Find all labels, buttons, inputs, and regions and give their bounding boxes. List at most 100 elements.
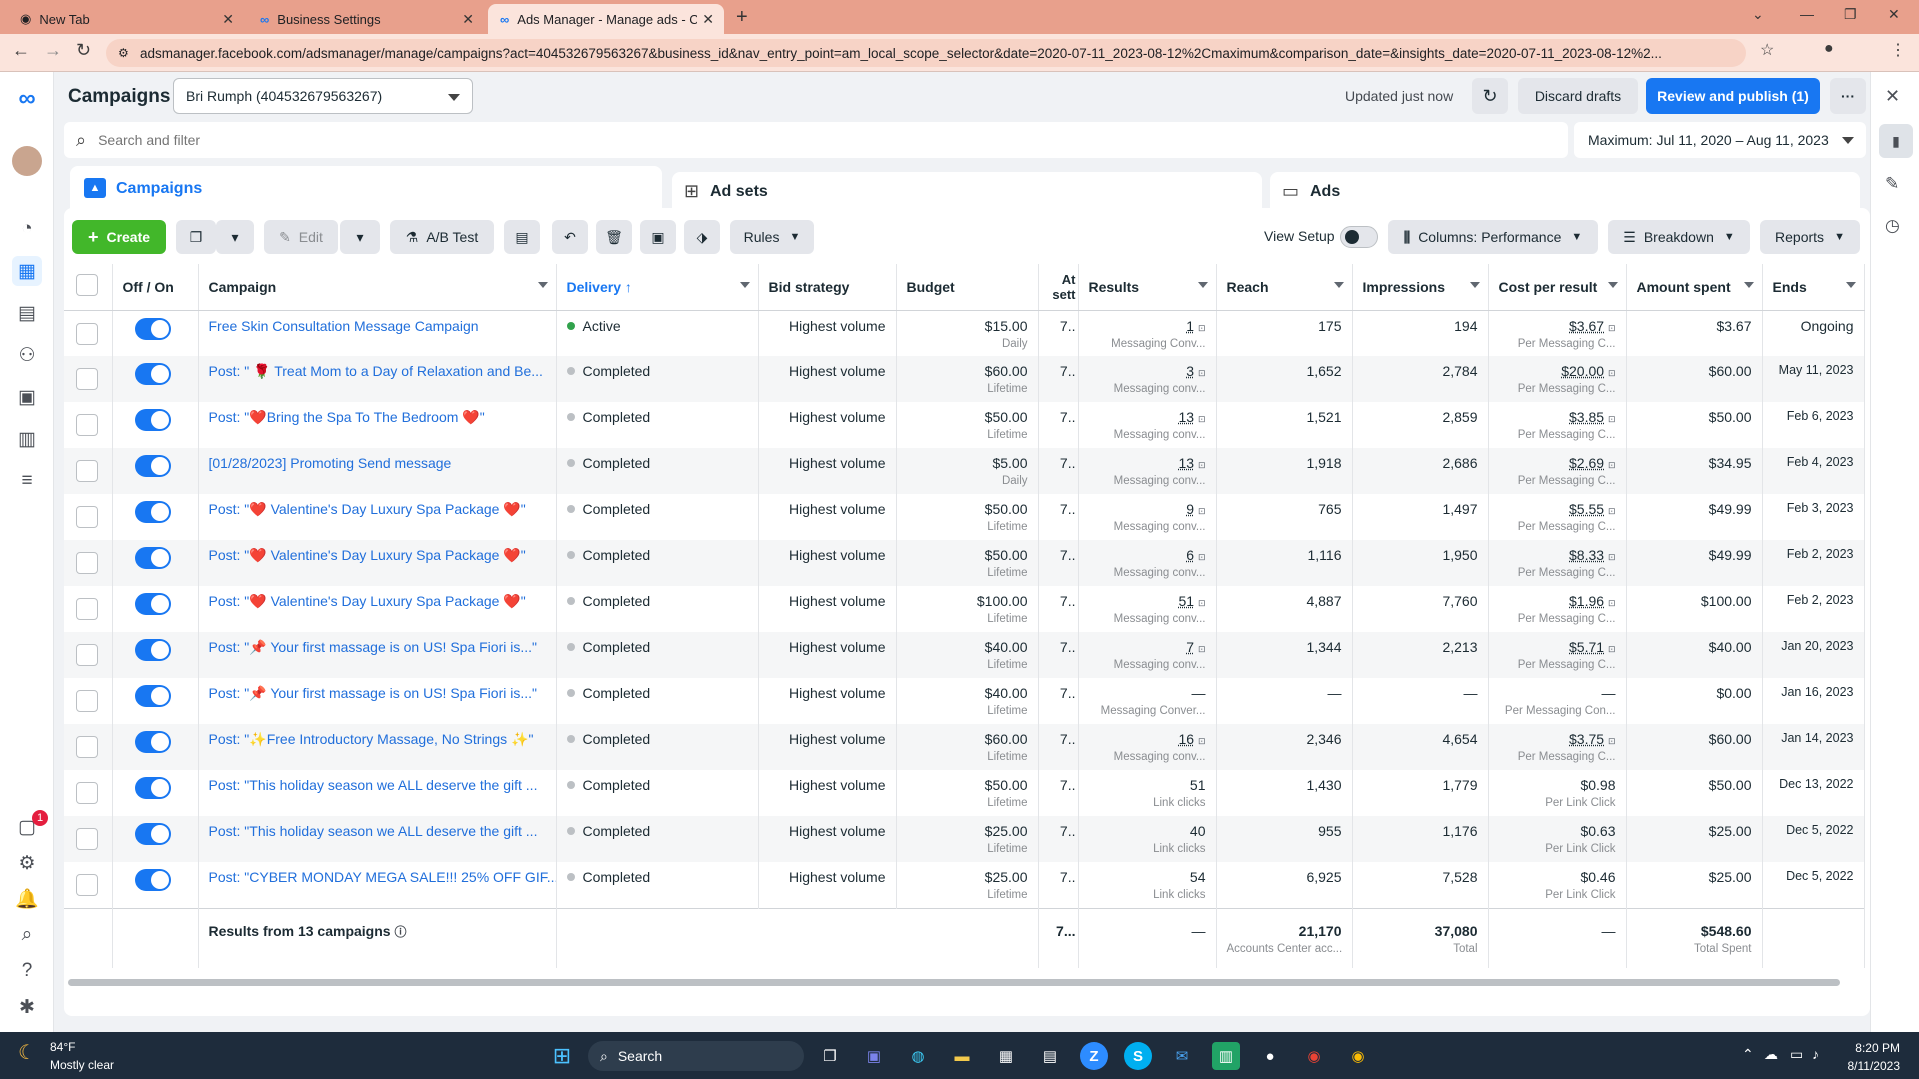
close-tab-icon[interactable]: ✕ [462,11,474,28]
campaign-name-link[interactable]: Post: "CYBER MONDAY MEGA SALE!!! 25% OFF… [209,869,556,885]
back-icon[interactable]: ← [12,40,30,61]
volume-icon[interactable]: ♪ [1812,1046,1819,1062]
campaign-on-off-toggle[interactable] [134,777,171,799]
row-checkbox[interactable] [76,690,98,712]
site-info-icon[interactable]: ⚙ [118,46,129,60]
info-icon[interactable]: ⊡ [1608,368,1616,378]
budget-amount[interactable]: $5.00 [992,455,1027,471]
row-checkbox[interactable] [76,460,98,482]
budget-amount[interactable]: $50.00 [985,409,1028,425]
onedrive-cloud-icon[interactable]: ☁ [1764,1046,1778,1063]
teams-chat-icon[interactable]: ▣ [860,1042,888,1070]
duplicate-dropdown-chevron-icon[interactable]: ▾ [216,220,254,254]
tab-search-icon[interactable]: ⌄ [1752,6,1764,23]
browser-tab-ads-manager[interactable]: ∞ Ads Manager - Manage ads - Ca ✕ [488,4,724,34]
campaign-name-link[interactable]: Post: "❤️Bring the Spa To The Bedroom ❤️… [209,409,485,425]
horizontal-scrollbar[interactable] [68,979,1840,986]
budget-amount[interactable]: $50.00 [985,777,1028,793]
file-explorer-icon[interactable]: ▬ [948,1042,976,1070]
clock-date[interactable]: 8/11/2023 [1840,1059,1901,1073]
campaign-name-link[interactable]: Post: " 🌹 Treat Mom to a Day of Relaxati… [209,363,543,379]
info-icon[interactable]: ⊡ [1608,506,1616,516]
info-icon[interactable]: ⊡ [1608,552,1616,562]
campaign-on-off-toggle[interactable] [134,593,171,615]
table-row[interactable]: Post: "❤️ Valentine's Day Luxury Spa Pac… [64,586,1865,632]
table-row[interactable]: Post: " 🌹 Treat Mom to a Day of Relaxati… [64,356,1865,402]
info-icon[interactable]: ⊡ [1608,460,1616,470]
windows-start-icon[interactable]: ⊞ [548,1042,576,1070]
ab-test-button[interactable]: ⚗ A/B Test [390,220,494,254]
budget-amount[interactable]: $60.00 [985,363,1028,379]
budget-amount[interactable]: $25.00 [985,869,1028,885]
info-icon[interactable]: ⓘ [394,925,406,939]
campaign-on-off-toggle[interactable] [134,409,171,431]
budget-amount[interactable]: $40.00 [985,639,1028,655]
browser-menu-icon[interactable]: ⋮ [1890,40,1906,60]
media-app-icon[interactable]: ● [1256,1042,1284,1070]
table-row[interactable]: Post: "CYBER MONDAY MEGA SALE!!! 25% OFF… [64,862,1865,908]
select-all-checkbox[interactable] [76,274,98,297]
system-tray-chevron-icon[interactable]: ⌃ [1742,1046,1754,1063]
chrome-browser-icon[interactable]: ◉ [1300,1042,1328,1070]
campaign-name-link[interactable]: Post: "📌 Your first massage is on US! Sp… [209,685,538,701]
charts-icon[interactable]: ▮ [1879,124,1913,158]
info-icon[interactable]: ⊡ [1198,552,1206,562]
info-icon[interactable]: ⊡ [1198,368,1206,378]
table-row[interactable]: Free Skin Consultation Message Campaign A… [64,310,1865,356]
campaign-name-link[interactable]: Post: "✨Free Introductory Massage, No St… [209,731,534,747]
campaign-on-off-toggle[interactable] [134,639,171,661]
minimize-icon[interactable]: — [1800,6,1814,22]
campaigns-table-icon[interactable]: ▦ [12,256,42,286]
row-checkbox[interactable] [76,414,98,436]
info-icon[interactable]: ⊡ [1608,323,1616,333]
window-close-icon[interactable]: ✕ [1888,6,1900,23]
weather-temperature[interactable]: 84°F [50,1040,75,1054]
table-row[interactable]: Post: "✨Free Introductory Massage, No St… [64,724,1865,770]
info-icon[interactable]: ⊡ [1198,414,1206,424]
task-view-icon[interactable]: ❐ [816,1042,844,1070]
preview-icon[interactable]: ▣ [640,220,676,254]
search-filter-bar[interactable]: ⌕ [64,122,1568,158]
campaign-name-link[interactable]: [01/28/2023] Promoting Send message [209,455,452,471]
table-row[interactable]: Post: "This holiday season we ALL deserv… [64,770,1865,816]
refresh-icon[interactable]: ↻ [1472,78,1508,114]
budget-amount[interactable]: $40.00 [985,685,1028,701]
row-checkbox[interactable] [76,644,98,666]
header-cost-per-result[interactable]: Cost per result [1488,264,1627,311]
create-button[interactable]: + Create [72,220,166,254]
skype-app-icon[interactable]: S [1124,1042,1152,1070]
info-icon[interactable]: ⊡ [1608,598,1616,608]
browser-tab-new-tab[interactable]: ◉ New Tab ✕ [8,4,244,34]
tab-campaigns[interactable]: ▲ Campaigns [70,166,662,212]
more-options-button[interactable]: ··· [1830,78,1866,114]
header-bid-strategy[interactable]: Bid strategy [758,264,897,311]
date-range-picker[interactable]: Maximum: Jul 11, 2020 – Aug 11, 2023 [1574,122,1866,158]
campaign-on-off-toggle[interactable] [134,869,171,891]
view-setup-toggle[interactable] [1340,226,1378,248]
search-icon[interactable]: ⌕ [12,920,42,950]
account-avatar[interactable] [12,146,42,176]
settings-gear-icon[interactable]: ⚙ [12,848,42,878]
network-icon[interactable]: ▭ [1790,1046,1803,1063]
table-row[interactable]: Post: "❤️ Valentine's Day Luxury Spa Pac… [64,494,1865,540]
close-panel-icon[interactable]: ✕ [1885,86,1900,107]
campaign-name-link[interactable]: Post: "❤️ Valentine's Day Luxury Spa Pac… [209,547,526,563]
clipboard-icon[interactable]: ▤ [504,220,540,254]
meta-logo-icon[interactable]: ∞ [12,84,42,114]
edit-button[interactable]: ✎ Edit [264,220,338,254]
edge-browser-icon[interactable]: ◍ [904,1042,932,1070]
budget-amount[interactable]: $50.00 [985,547,1028,563]
calculator-icon[interactable]: ▤ [1036,1042,1064,1070]
chrome-profile-browser-icon[interactable]: ◉ [1344,1042,1372,1070]
new-tab-icon[interactable]: + [736,6,748,29]
table-row[interactable]: Post: "📌 Your first massage is on US! Sp… [64,632,1865,678]
close-tab-icon[interactable]: ✕ [222,11,234,28]
table-row[interactable]: Post: "📌 Your first massage is on US! Sp… [64,678,1865,724]
breakdown-dropdown[interactable]: ☰ Breakdown ▼ [1608,220,1750,254]
bell-icon[interactable]: 🔔 [12,884,42,914]
browser-tab-business-settings[interactable]: ∞ Business Settings ✕ [248,4,484,34]
info-icon[interactable]: ⊡ [1198,460,1206,470]
campaign-on-off-toggle[interactable] [134,685,171,707]
report-bug-icon[interactable]: ✱ [12,992,42,1022]
info-icon[interactable]: ⊡ [1198,598,1206,608]
